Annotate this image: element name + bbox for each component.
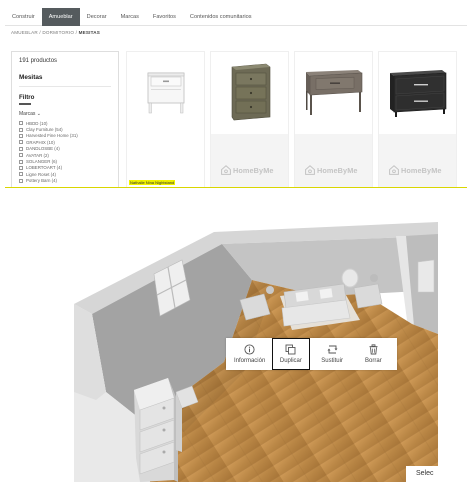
brand-label: Harvested Fine Home (31): [26, 133, 78, 139]
brand-label: Ligne Roset (4): [26, 171, 57, 177]
tab-amueblar[interactable]: Amueblar: [41, 7, 80, 26]
breadcrumb-item-amueblar[interactable]: AMUEBLAR: [11, 30, 38, 35]
product-card[interactable]: HomeByMe: [294, 51, 373, 188]
replace-icon: [327, 345, 338, 354]
filter-sidebar: 191 productos Mesitas Filtro Marcas ⌄ HB…: [11, 51, 119, 188]
breadcrumb-separator: /: [75, 30, 78, 35]
checkbox[interactable]: [19, 127, 23, 132]
brand-label: AVATAR (2): [26, 152, 49, 158]
homebyme-logo-text: HomeByMe: [317, 165, 358, 175]
checkbox[interactable]: [19, 153, 23, 158]
product-image: [295, 52, 372, 132]
product-image: [211, 52, 288, 132]
tab-decorar[interactable]: Decorar: [80, 8, 114, 26]
brand-label: Pottery Barn (4): [26, 178, 57, 184]
house-icon: [389, 165, 399, 175]
brand-filter-option[interactable]: Pottery Barn (4): [19, 178, 111, 184]
product-card[interactable]: HomeByMe: [210, 51, 289, 188]
tab-marcas[interactable]: Marcas: [114, 8, 146, 26]
product-image-placeholder: [379, 134, 456, 188]
product-image: [127, 52, 204, 132]
category-title: Mesitas: [19, 74, 43, 81]
replace-label: Sustituir: [321, 358, 343, 364]
room-3d-view[interactable]: Información Duplicar Sustituir Borrar Se…: [74, 222, 438, 482]
brand-label: Clay Furniture (54): [26, 127, 63, 133]
breadcrumb-separator: /: [39, 30, 41, 35]
brand-label: SOLANGER (6): [26, 159, 57, 165]
furniture-catalog: Construir Amueblar Decorar Marcas Favori…: [5, 4, 467, 188]
object-context-toolbar: Información Duplicar Sustituir Borrar: [226, 338, 397, 370]
product-card[interactable]: HomeByMe: [378, 51, 457, 188]
homebyme-logo: HomeByMe: [389, 165, 442, 175]
breadcrumb-item-mesitas: MESITAS: [78, 30, 101, 35]
divider: [19, 86, 111, 87]
checkbox[interactable]: [19, 178, 23, 183]
info-icon: [244, 344, 255, 355]
select-label: Selec: [416, 470, 434, 477]
brand-label: HBDD (10): [26, 120, 48, 126]
chevron-down-icon: ⌄: [36, 111, 41, 117]
brand-label: LOBERTOART (4): [26, 165, 63, 171]
homebyme-logo: HomeByMe: [221, 165, 274, 175]
delete-label: Borrar: [365, 358, 382, 364]
brand-label: DANDLOSBE (4): [26, 146, 60, 152]
breadcrumb-item-dormitorio[interactable]: DORMITORIO: [42, 30, 74, 35]
checkbox[interactable]: [19, 146, 23, 151]
info-button[interactable]: Información: [231, 338, 269, 370]
top-nav-bar: Construir Amueblar Decorar Marcas Favori…: [5, 7, 467, 26]
duplicate-icon: [285, 344, 296, 355]
checkbox[interactable]: [19, 133, 23, 138]
house-icon: [221, 165, 231, 175]
homebyme-logo-text: HomeByMe: [233, 165, 274, 175]
brand-label: GRAPHIX (10): [26, 139, 55, 145]
product-name-label: Nathalie Nina Nightstand: [129, 180, 176, 185]
checkbox[interactable]: [19, 172, 23, 177]
filter-underline: [19, 103, 31, 105]
homebyme-logo: HomeByMe: [305, 165, 358, 175]
breadcrumb: AMUEBLAR / DORMITORIO / MESITAS: [11, 30, 100, 35]
info-label: Información: [233, 358, 266, 364]
replace-button[interactable]: Sustituir: [313, 338, 351, 370]
tab-favoritos[interactable]: Favoritos: [146, 8, 183, 26]
product-count: 191 productos: [19, 58, 58, 64]
product-image-placeholder: [295, 134, 372, 188]
checkbox[interactable]: [19, 165, 23, 170]
brands-label: Marcas: [19, 111, 36, 117]
checkbox[interactable]: [19, 159, 23, 164]
brands-filter-toggle[interactable]: Marcas ⌄: [19, 111, 111, 117]
tab-contenidos-comunitarios[interactable]: Contenidos comunitarios: [183, 8, 259, 26]
product-image-placeholder: [211, 134, 288, 188]
house-icon: [305, 165, 315, 175]
duplicate-label: Duplicar: [279, 358, 302, 364]
product-image: [379, 52, 456, 132]
filter-title: Filtro: [19, 94, 35, 101]
screenshot: Construir Amueblar Decorar Marcas Favori…: [0, 0, 475, 489]
brand-list: HBDD (10) Clay Furniture (54) Harvested …: [19, 120, 111, 184]
select-button[interactable]: Selec: [406, 466, 438, 482]
yellow-divider: [5, 187, 467, 188]
checkbox[interactable]: [19, 121, 23, 126]
homebyme-logo-text: HomeByMe: [401, 165, 442, 175]
delete-button[interactable]: Borrar: [354, 338, 392, 370]
duplicate-button[interactable]: Duplicar: [271, 338, 310, 370]
trash-icon: [369, 344, 378, 355]
checkbox[interactable]: [19, 140, 23, 145]
tab-construir[interactable]: Construir: [5, 8, 42, 26]
product-card[interactable]: Nathalie Nina Nightstand: [126, 51, 205, 188]
